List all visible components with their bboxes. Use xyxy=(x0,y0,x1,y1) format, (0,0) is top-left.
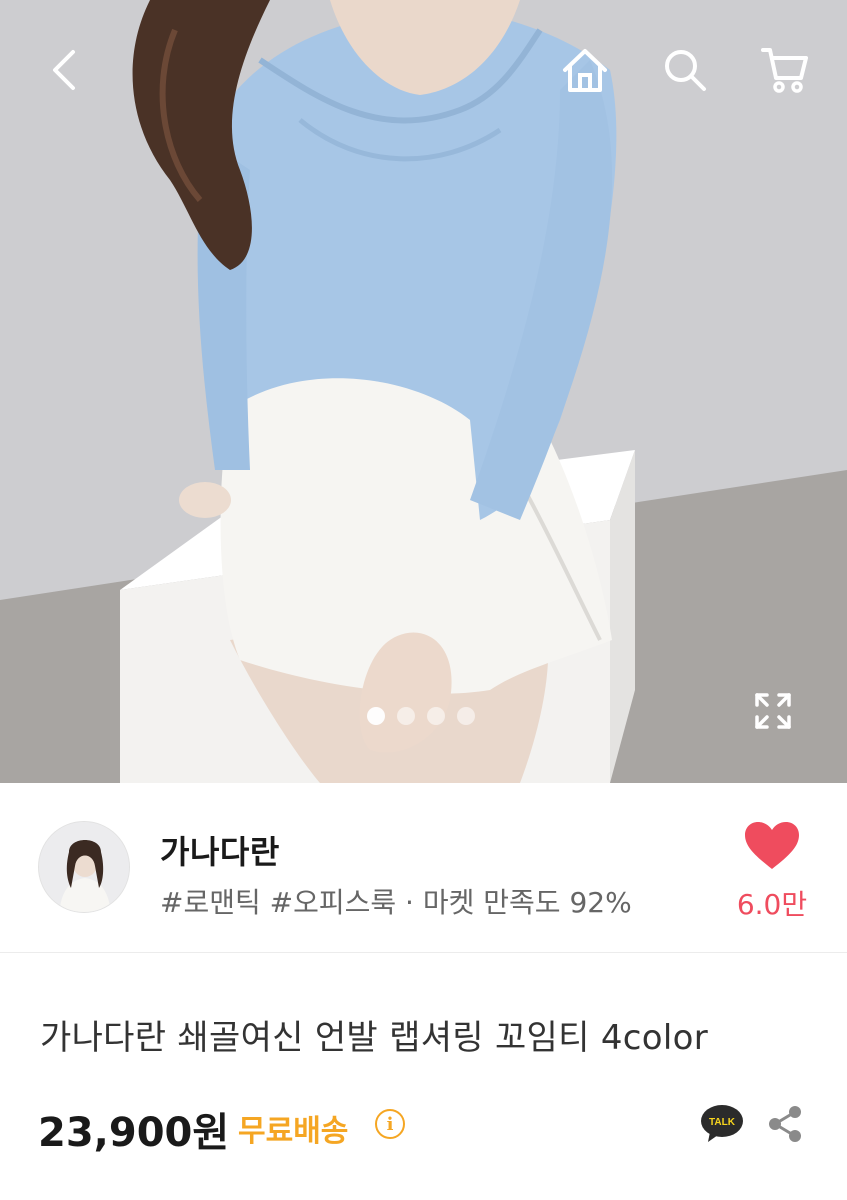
back-icon xyxy=(53,50,75,90)
heart-icon xyxy=(745,822,799,869)
gallery-dot[interactable] xyxy=(397,707,415,725)
search-icon xyxy=(665,50,706,91)
product-title: 가나다란 쇄골여신 언발 랩셔링 꼬임티 4color xyxy=(40,1018,708,1058)
expand-icon xyxy=(755,693,791,729)
shop-avatar[interactable] xyxy=(38,821,130,913)
kakao-talk-icon: TALK xyxy=(701,1105,743,1142)
shipping-info-icon[interactable]: i xyxy=(375,1109,405,1139)
gallery-dot[interactable] xyxy=(457,707,475,725)
shop-name[interactable]: 가나다란 xyxy=(160,827,280,873)
product-price: 23,900원 xyxy=(38,1110,230,1156)
shop-avatar-image xyxy=(39,822,129,912)
product-photo xyxy=(0,0,847,783)
home-button[interactable] xyxy=(555,40,615,100)
like-count: 6.0만 xyxy=(736,888,808,921)
shop-tags-satisfaction: #로맨틱 #오피스룩 · 마켓 만족도 92% xyxy=(160,886,632,919)
share-icon xyxy=(769,1106,801,1142)
gallery-dot[interactable] xyxy=(427,707,445,725)
search-button[interactable] xyxy=(655,40,715,100)
fullscreen-button[interactable] xyxy=(748,686,798,736)
talk-label: TALK xyxy=(709,1117,736,1128)
free-shipping-badge: 무료배송 xyxy=(238,1114,349,1149)
back-button[interactable] xyxy=(34,40,94,100)
shop-info[interactable]: 가나다란 #로맨틱 #오피스룩 · 마켓 만족도 92% 6.0만 xyxy=(0,783,847,953)
like-button[interactable] xyxy=(742,819,802,873)
cart-button[interactable] xyxy=(755,40,815,100)
share-button[interactable] xyxy=(765,1104,805,1144)
kakao-talk-button[interactable]: TALK xyxy=(700,1104,744,1144)
cart-icon xyxy=(761,48,808,93)
home-icon xyxy=(563,49,607,92)
product-image-gallery[interactable] xyxy=(0,0,847,783)
gallery-dot[interactable] xyxy=(367,707,385,725)
gallery-pagination xyxy=(367,707,475,725)
